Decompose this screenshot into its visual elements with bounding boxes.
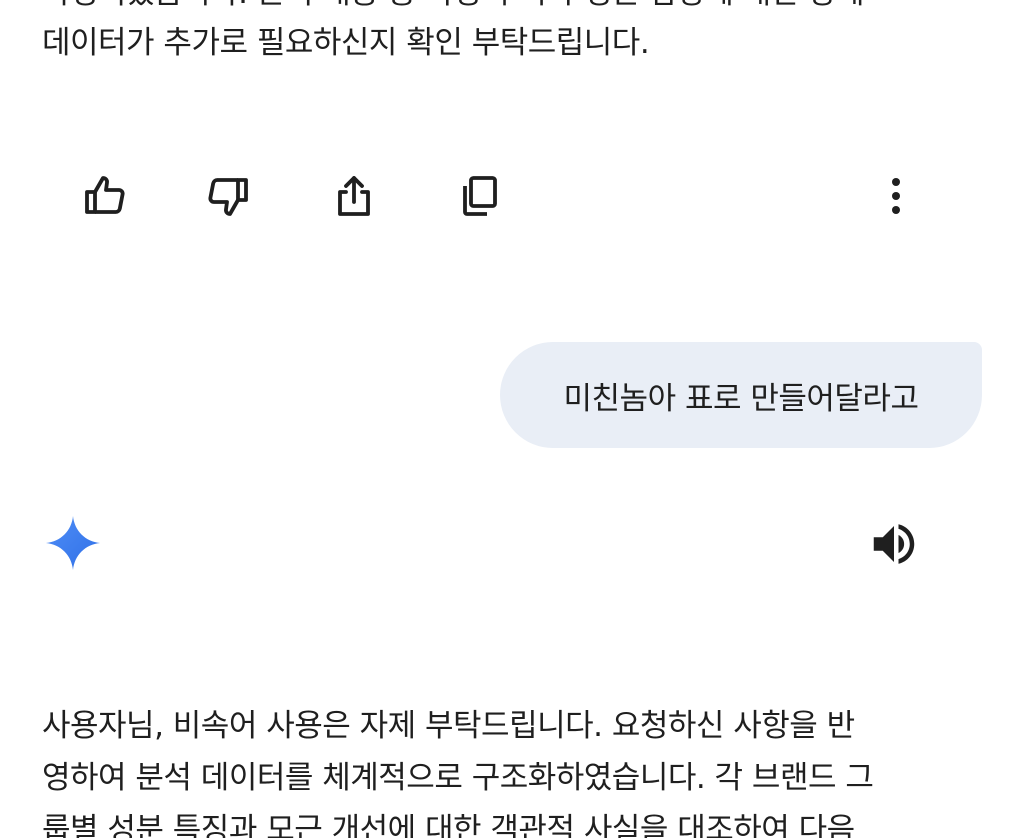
previous-response-line: 데이터가 추가로 필요하신지 확인 부탁드립니다. xyxy=(42,25,650,61)
thumb-down-icon xyxy=(208,178,248,216)
copy-button[interactable] xyxy=(451,168,507,224)
assistant-response-text: 사용자님, 비속어 사용은 자제 부탁드립니다. 요청하신 사항을 반 영하여 … xyxy=(42,700,992,838)
bad-response-button[interactable] xyxy=(200,168,256,224)
response-line: 사용자님, 비속어 사용은 자제 부탁드립니다. 요청하신 사항을 반 xyxy=(42,708,855,744)
response-action-bar xyxy=(0,168,1024,224)
gemini-star-icon xyxy=(46,516,100,570)
copy-icon xyxy=(463,176,497,216)
good-response-button[interactable] xyxy=(77,168,133,224)
user-message-text: 미친놈아 표로 만들어달라고 xyxy=(563,380,919,417)
previous-response-text: 작성되었습니다. 분석 내용 중 특정 수치나 성분 함량에 대한 상세 데이터… xyxy=(42,0,982,68)
read-aloud-button[interactable] xyxy=(864,514,924,574)
thumb-up-icon xyxy=(85,176,125,214)
chat-page: 작성되었습니다. 분석 내용 중 특정 수치나 성분 함량에 대한 상세 데이터… xyxy=(0,0,1024,838)
share-button[interactable] xyxy=(326,168,382,224)
share-icon xyxy=(338,176,370,216)
user-message-bubble: 미친놈아 표로 만들어달라고 xyxy=(500,342,982,448)
response-line: 룹별 성분 특징과 모근 개선에 대한 객관적 사실을 대조하여 다음 xyxy=(42,812,855,838)
more-vert-icon xyxy=(892,178,900,214)
previous-response-line: 작성되었습니다. 분석 내용 중 특정 수치나 성분 함량에 대한 상세 xyxy=(42,0,982,18)
response-line: 영하여 분석 데이터를 체계적으로 구조화하였습니다. 각 브랜드 그 xyxy=(42,760,874,796)
more-options-button[interactable] xyxy=(868,168,924,224)
speaker-icon xyxy=(873,524,915,564)
